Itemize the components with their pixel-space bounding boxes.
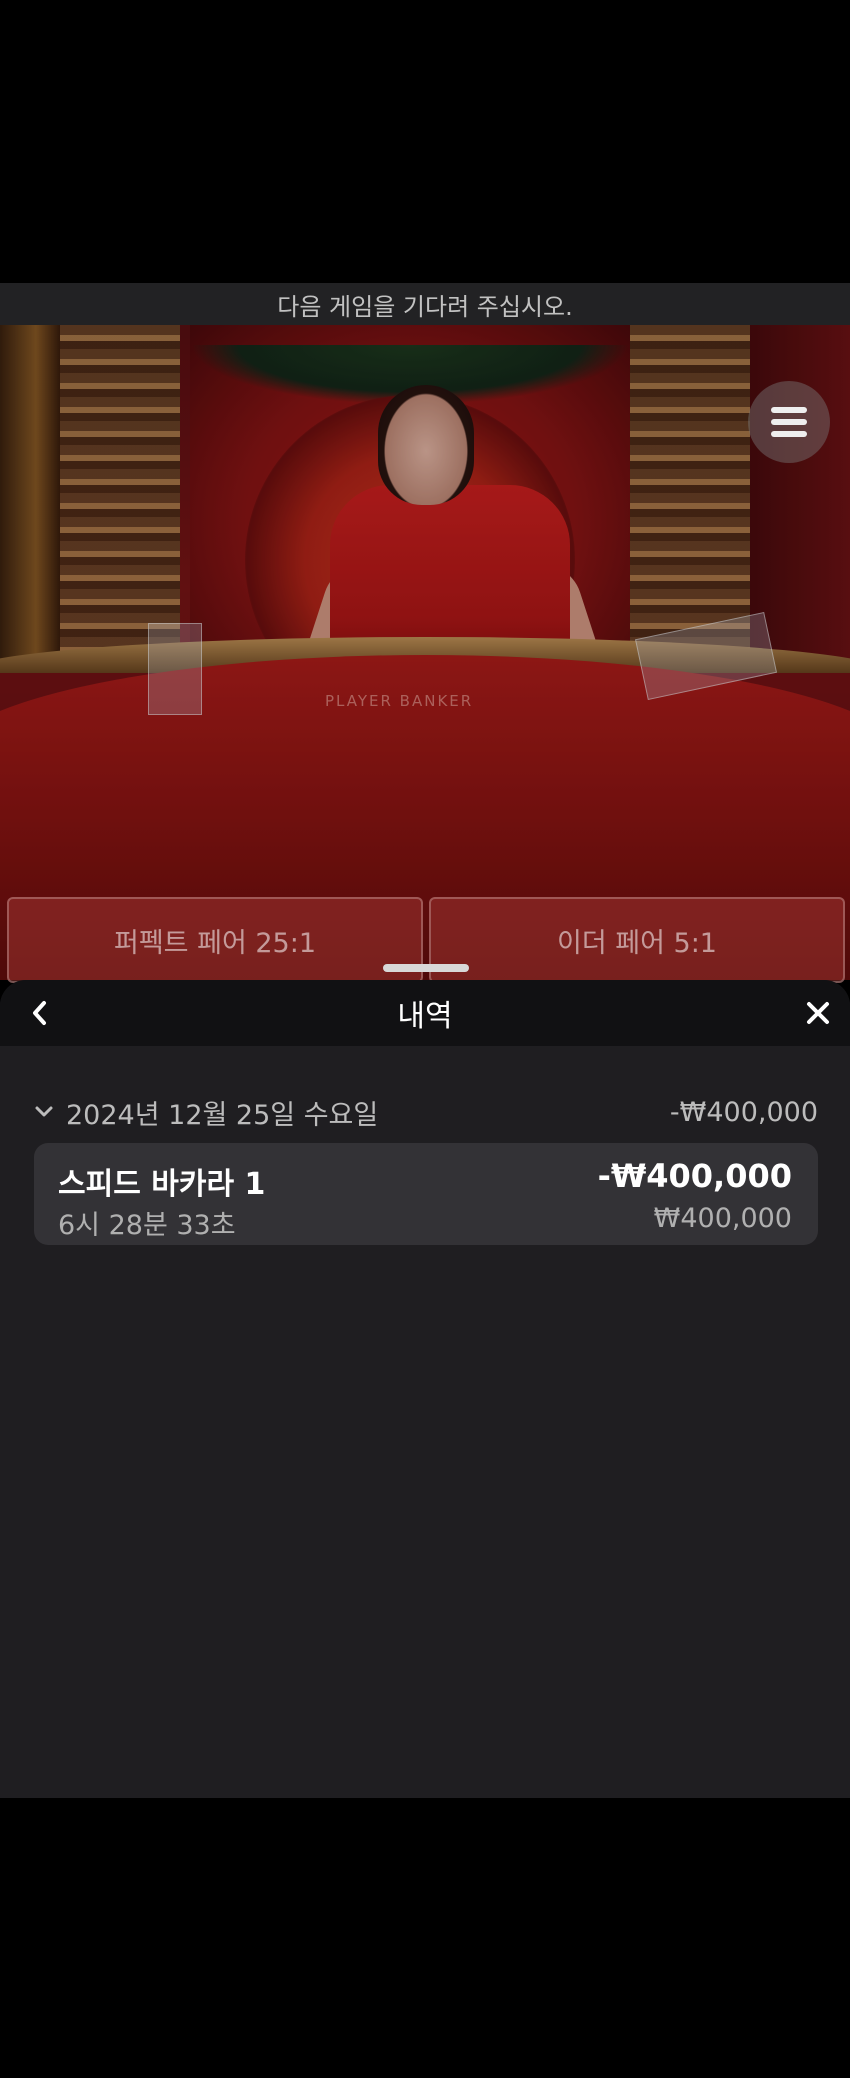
menu-button[interactable]: [748, 381, 830, 463]
table-label: PLAYER BANKER: [325, 692, 474, 710]
history-sheet: 내역 2024년 12월 25일 수요일 -₩400,000 스피드 바카라 1…: [0, 980, 850, 1798]
date-label: 2024년 12월 25일 수요일: [66, 1099, 379, 1131]
chevron-left-icon: [33, 1001, 46, 1025]
status-banner: 다음 게임을 기다려 주십시오.: [0, 283, 850, 325]
hamburger-icon: [771, 407, 807, 437]
game-time: 6시 28분 33초: [58, 1210, 236, 1241]
date-total: -₩400,000: [669, 1096, 818, 1128]
history-header: 내역: [0, 980, 850, 1046]
chevron-down-icon: [34, 1101, 56, 1123]
card-holder: [148, 623, 202, 715]
close-button[interactable]: [798, 993, 838, 1033]
date-group-header[interactable]: 2024년 12월 25일 수요일 -₩400,000: [34, 1092, 818, 1132]
perfect-pair-bet-spot[interactable]: 퍼펙트 페어 25:1: [7, 897, 423, 983]
decor-pillar: [630, 325, 750, 655]
history-title: 내역: [397, 999, 453, 1034]
game-result: -₩400,000: [597, 1157, 792, 1195]
history-item[interactable]: 스피드 바카라 1 6시 28분 33초 -₩400,000 ₩400,000: [34, 1143, 818, 1245]
dealer-head: [378, 385, 474, 505]
sheet-drag-handle[interactable]: [383, 964, 469, 972]
live-video-feed: PLAYER BANKER: [0, 325, 850, 980]
close-icon: [807, 1002, 829, 1024]
game-name: 스피드 바카라 1: [58, 1167, 266, 1202]
decor-pillar: [60, 325, 180, 655]
either-pair-bet-spot[interactable]: 이더 페어 5:1: [429, 897, 845, 983]
bet-amount: ₩400,000: [653, 1203, 792, 1234]
back-button[interactable]: [20, 993, 60, 1033]
